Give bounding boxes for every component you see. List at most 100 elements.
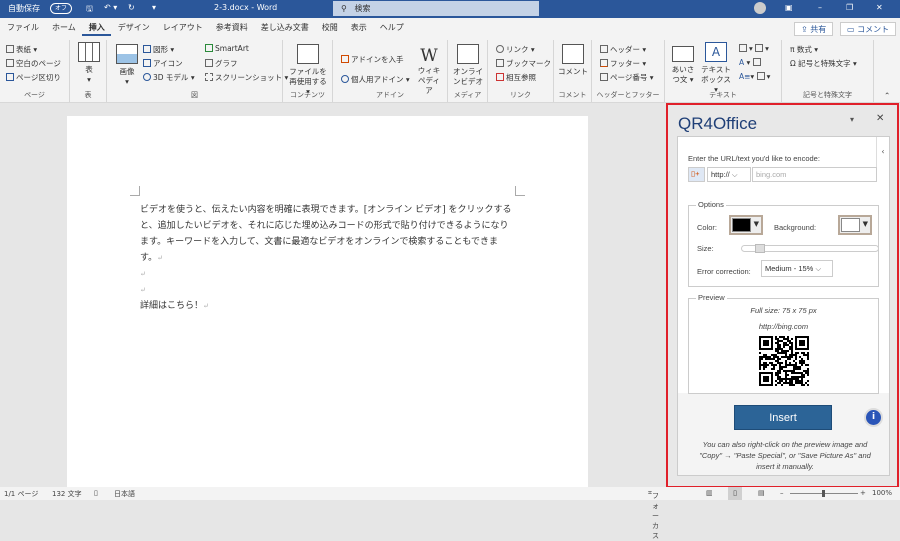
tab-view[interactable]: 表示 [344, 18, 373, 36]
tab-insert[interactable]: 挿入 [81, 18, 111, 36]
page-count[interactable]: 1/1 ページ [4, 489, 38, 499]
qr-code-preview[interactable] [759, 336, 809, 386]
tab-review[interactable]: 校閲 [315, 18, 344, 36]
collapse-chevron-icon[interactable]: ‹ [876, 137, 889, 167]
qr-module [759, 366, 761, 368]
customize-qat-icon[interactable]: ▾ [152, 3, 156, 12]
minimize-icon[interactable]: – [818, 3, 822, 12]
online-video-button[interactable]: オンラインビデオ [452, 44, 484, 87]
cover-page-button[interactable]: 表紙 ▾ [6, 44, 37, 55]
color-picker[interactable]: ▼ [729, 215, 763, 235]
autosave-toggle[interactable]: オフ [50, 3, 73, 14]
tab-home[interactable]: ホーム [45, 18, 82, 36]
symbol-button[interactable]: Ω 記号と特殊文字 ▾ [790, 58, 857, 69]
cross-reference-button[interactable]: 相互参照 [496, 72, 536, 83]
protocol-select[interactable]: http:// ⌵ [707, 167, 751, 182]
size-slider-thumb[interactable] [754, 244, 765, 253]
language-indicator[interactable]: 日本語 [114, 489, 135, 499]
tab-file[interactable]: ファイル [0, 18, 45, 36]
group-content: ファイルを再使用する ▾ コンテンツ [283, 40, 333, 102]
shapes-button[interactable]: 図形 ▾ [143, 44, 174, 55]
qr-module [761, 356, 763, 358]
link-button[interactable]: リンク ▾ [496, 44, 535, 55]
qr-module [785, 382, 787, 384]
read-mode-icon[interactable]: ▥ [706, 489, 713, 497]
page-break-button[interactable]: ページ区切り [6, 72, 61, 83]
redo-icon[interactable]: ↻ [128, 3, 135, 12]
background-picker[interactable]: ▼ [838, 215, 872, 235]
icons-button[interactable]: アイコン [143, 58, 183, 69]
new-comment-button[interactable]: コメント [557, 44, 589, 77]
table-button[interactable]: 表 ▾ [76, 42, 102, 85]
qr-module [775, 338, 777, 340]
qr-module [775, 380, 777, 382]
qr-module [777, 340, 779, 342]
undo-icon[interactable]: ↶ ▾ [104, 3, 117, 12]
qr-module [789, 384, 791, 386]
text-type-icon[interactable]: ▯+ [688, 167, 705, 182]
my-addins-button[interactable]: 個人用アドイン ▾ [341, 74, 410, 85]
tab-mailings[interactable]: 差し込み文書 [254, 18, 315, 36]
pane-close-icon[interactable]: ✕ [876, 113, 884, 124]
close-icon[interactable]: ✕ [876, 3, 883, 12]
qr-module [799, 366, 801, 368]
print-layout-icon[interactable]: ▯ [728, 487, 742, 500]
chart-button[interactable]: グラフ [205, 58, 238, 69]
focus-button[interactable]: ⌗ フォーカス [648, 489, 659, 540]
tab-help[interactable]: ヘルプ [373, 18, 410, 36]
qr-module [783, 346, 785, 348]
share-button[interactable]: ⇪ 共有 [794, 22, 834, 36]
search-box[interactable]: ⚲ 検索 [333, 1, 539, 16]
greeting-button[interactable]: あいさつ文 ▾ [669, 46, 697, 85]
qr-module [759, 368, 761, 370]
qr-module [791, 350, 793, 352]
comments-button[interactable]: ▭ コメント [840, 22, 897, 36]
save-icon[interactable]: 🖫 [86, 3, 93, 17]
collapse-ribbon-icon[interactable]: ⌃ [884, 91, 890, 100]
blank-page-button[interactable]: 空白のページ [6, 58, 61, 69]
qr-module [799, 382, 801, 384]
qr-module [789, 358, 791, 360]
error-correction-select[interactable]: Medium - 15% ⌵ [761, 260, 833, 277]
bookmark-button[interactable]: ブックマーク [496, 58, 551, 69]
zoom-slider-thumb[interactable] [822, 490, 825, 497]
get-addins-button[interactable]: アドインを入手 [341, 54, 404, 65]
web-layout-icon[interactable]: ▤ [758, 489, 765, 497]
insert-button[interactable]: Insert [734, 405, 832, 430]
account-avatar[interactable] [754, 2, 766, 14]
header-button[interactable]: ヘッダー ▾ [600, 44, 646, 55]
qr-module [777, 374, 779, 376]
info-icon[interactable]: i [864, 408, 883, 427]
pictures-button[interactable]: 画像 ▾ [113, 44, 141, 87]
qr-module [807, 370, 809, 372]
page-number-button[interactable]: ページ番号 ▾ [600, 72, 654, 83]
group-tables: 表 ▾ 表 [70, 40, 107, 102]
drop-cap-button[interactable]: A≡▾ ▾ [739, 72, 770, 81]
document-body[interactable]: ビデオを使うと、伝えたい内容を明確に表現できます。[オンライン ビデオ] をクリ… [140, 202, 515, 314]
pane-options-icon[interactable]: ▾ [850, 115, 854, 124]
zoom-level[interactable]: 100% [872, 489, 892, 497]
footer-button[interactable]: フッター ▾ [600, 58, 646, 69]
tab-design[interactable]: デザイン [111, 18, 156, 36]
equation-button[interactable]: π 数式 ▾ [790, 44, 818, 55]
tab-layout[interactable]: レイアウト [156, 18, 209, 36]
zoom-out-button[interactable]: – [780, 489, 784, 497]
word-count[interactable]: 132 文字 [52, 489, 82, 499]
smartart-button[interactable]: SmartArt [205, 44, 249, 53]
qr-module [763, 362, 765, 364]
tab-references[interactable]: 参考資料 [209, 18, 254, 36]
wikipedia-button[interactable]: W ウィキペディア [415, 46, 443, 96]
3d-models-button[interactable]: 3D モデル ▾ [143, 72, 195, 83]
proofing-icon[interactable]: ▯ [94, 489, 98, 497]
restore-icon[interactable]: ❐ [846, 3, 853, 12]
screenshot-button[interactable]: スクリーンショット ▾ [205, 72, 288, 83]
wordart-button[interactable]: A ▾ [739, 58, 763, 67]
quick-parts-button[interactable]: ▾ ▾ [739, 44, 769, 53]
size-slider[interactable] [741, 244, 879, 253]
zoom-in-button[interactable]: + [860, 489, 866, 497]
document-page[interactable]: ビデオを使うと、伝えたい内容を明確に表現できます。[オンライン ビデオ] をクリ… [67, 116, 588, 487]
text-box-button[interactable]: A テキストボックス ▾ [699, 42, 733, 95]
url-input[interactable]: bing.com [752, 167, 877, 182]
ribbon-display-icon[interactable]: ▣ [785, 3, 793, 12]
qr-module [777, 344, 779, 346]
